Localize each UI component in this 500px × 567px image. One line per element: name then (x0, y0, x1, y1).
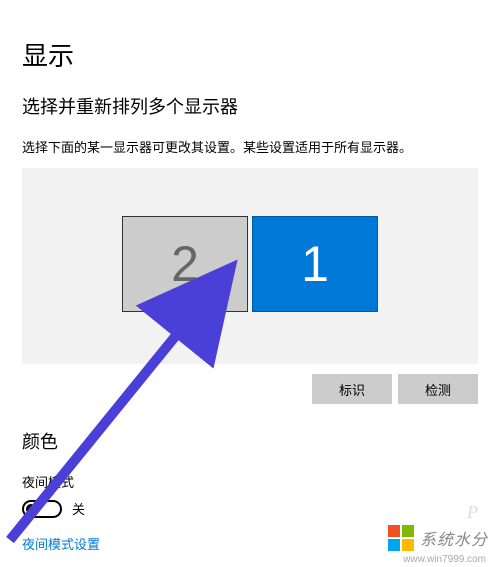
watermark-text: 系统水分 (420, 526, 488, 550)
night-mode-state: 关 (72, 499, 85, 518)
night-mode-toggle[interactable] (22, 500, 62, 518)
watermark: 系统水分 (388, 525, 488, 551)
monitor-tile-1[interactable]: 1 (252, 216, 378, 312)
watermark-url: www.win7999.com (403, 554, 486, 565)
toggle-knob (26, 504, 36, 514)
monitor-arrangement-area[interactable]: 2 1 (22, 168, 478, 364)
watermark-p-icon: P (467, 502, 478, 523)
arrange-section-title: 选择并重新排列多个显示器 (22, 93, 478, 119)
arrange-description: 选择下面的某一显示器可更改其设置。某些设置适用于所有显示器。 (22, 137, 478, 156)
microsoft-logo-icon (388, 525, 414, 551)
detect-button[interactable]: 检测 (398, 374, 478, 404)
identify-button[interactable]: 标识 (312, 374, 392, 404)
monitor-tile-2[interactable]: 2 (122, 216, 248, 312)
page-title: 显示 (22, 36, 478, 73)
night-mode-label: 夜间模式 (22, 472, 478, 491)
color-section-title: 颜色 (22, 428, 478, 454)
